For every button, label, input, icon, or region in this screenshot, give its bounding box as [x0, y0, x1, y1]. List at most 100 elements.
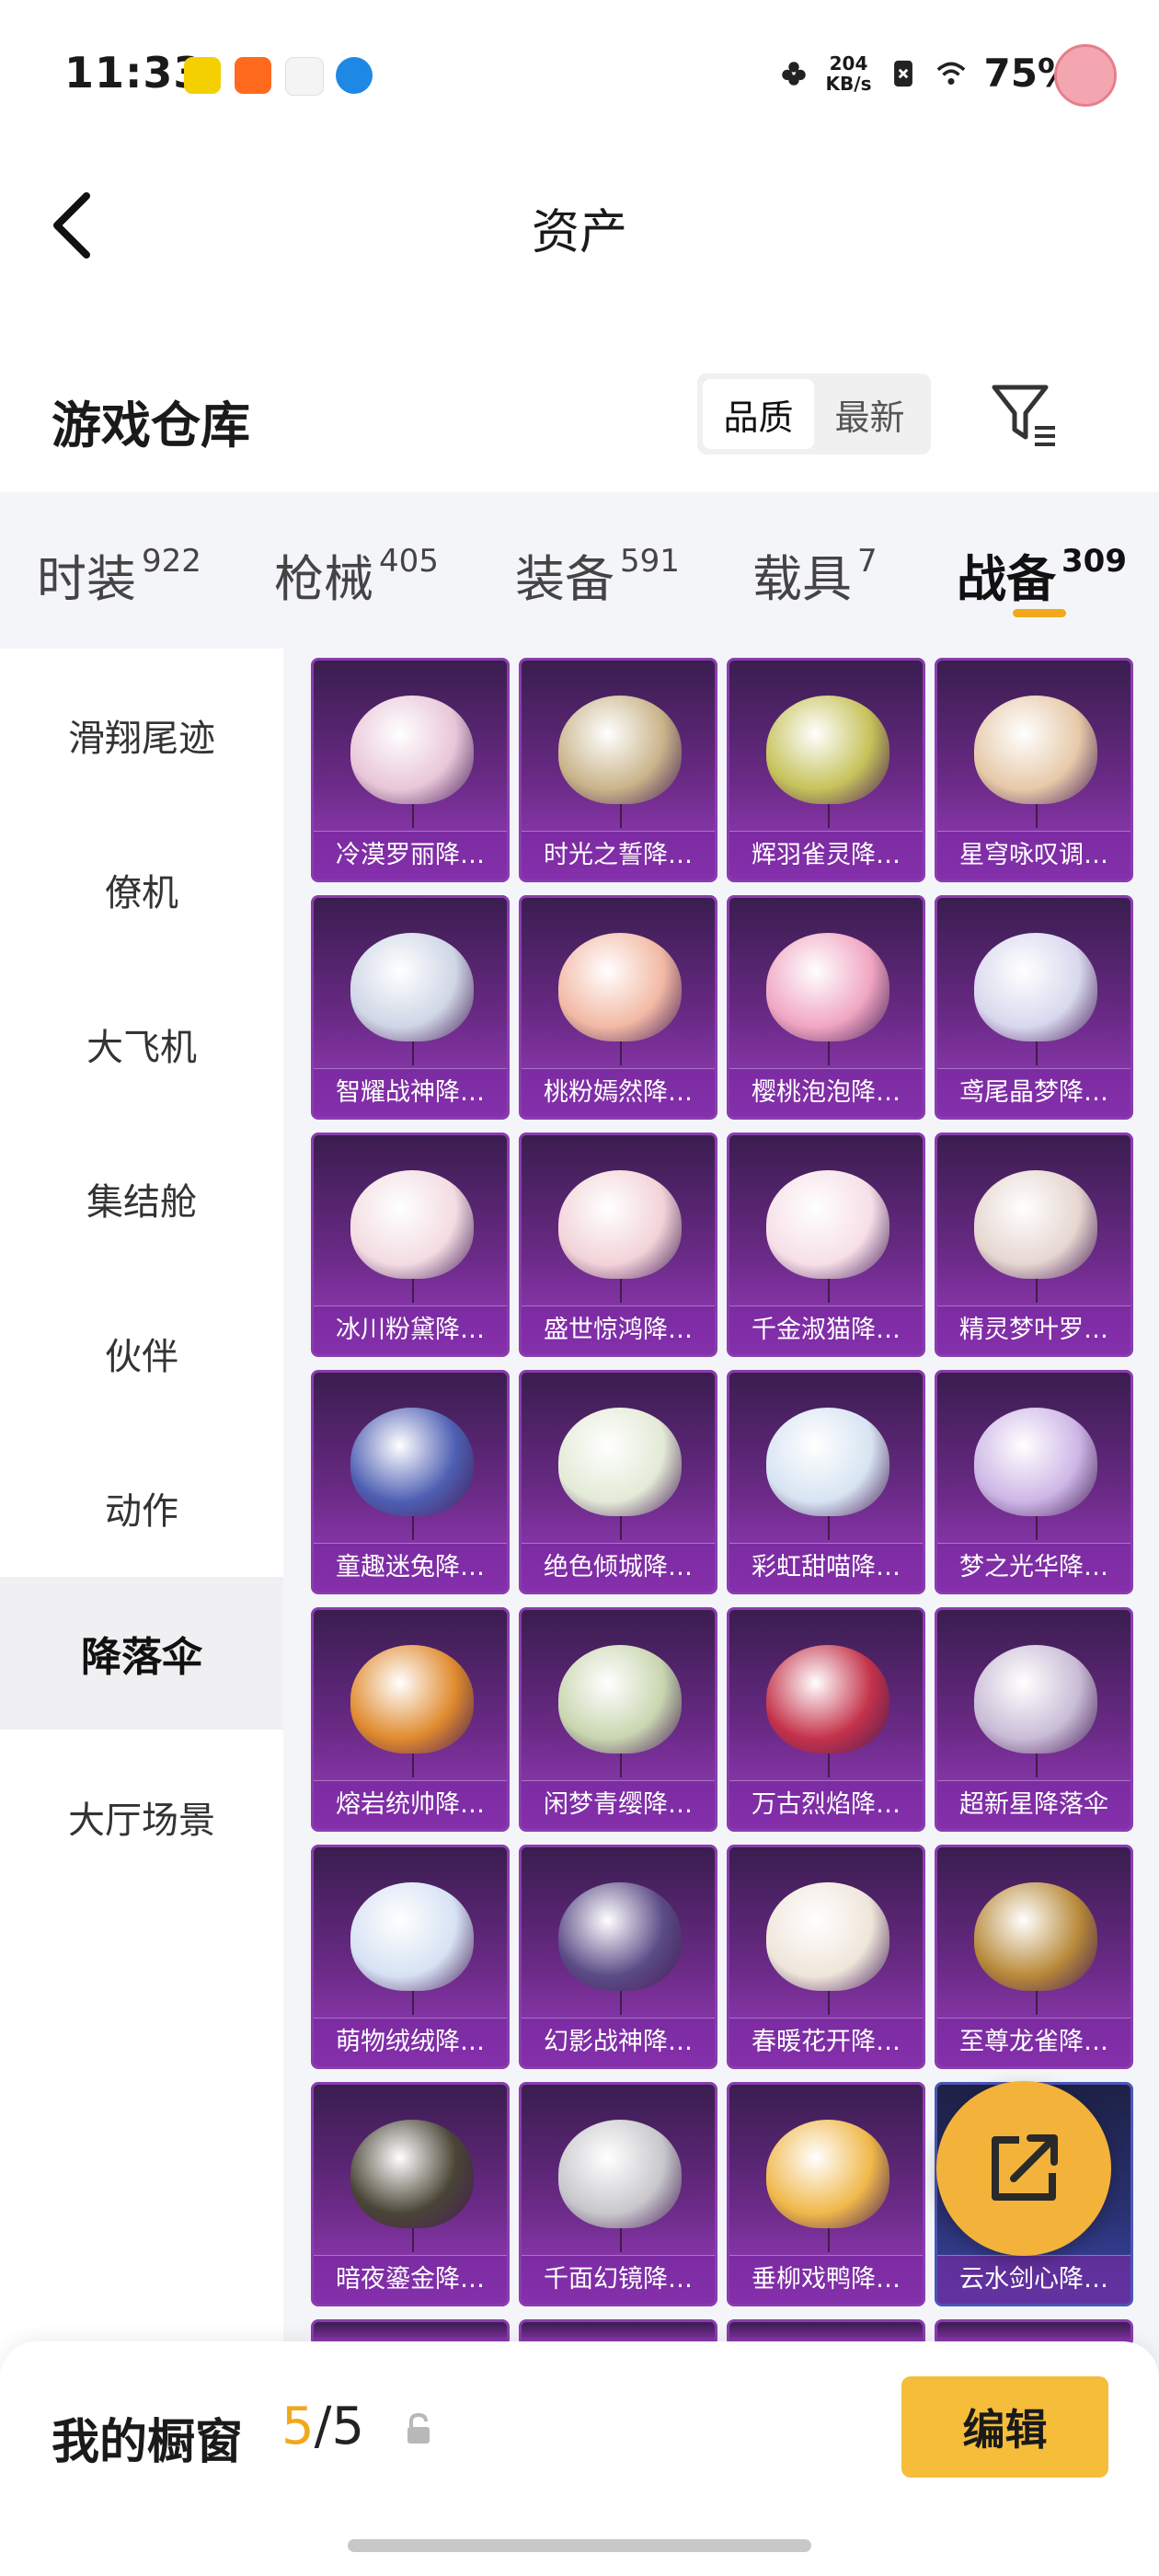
item-card[interactable]: 梦之光华降… [935, 1370, 1133, 1594]
item-card[interactable]: 超新星降落伞 [935, 1607, 1133, 1832]
sort-by-newest[interactable]: 最新 [814, 379, 925, 449]
parachute-icon [766, 2120, 889, 2252]
tab-vehicles[interactable]: 载具 7 [752, 538, 878, 611]
tab-label: 战备 [957, 550, 1056, 608]
item-name: 熔岩统帅降… [314, 1780, 507, 1829]
notification-app-icon [184, 57, 221, 94]
sim-off-icon [894, 60, 913, 86]
item-name: 盛世惊鸿降… [522, 1305, 715, 1354]
parachute-icon [974, 1170, 1097, 1303]
tab-count: 309 [1061, 543, 1127, 580]
system-status: 204 KB/s 75% [778, 51, 1076, 96]
side-item-companion[interactable]: 伙伴 [0, 1277, 283, 1430]
notification-app-icon [336, 57, 373, 94]
item-name: 梦之光华降… [937, 1543, 1130, 1592]
parachute-icon [766, 1645, 889, 1777]
notification-app-icon [285, 57, 324, 96]
item-card[interactable]: 萌物绒绒降… [311, 1845, 510, 2069]
parachute-icon [350, 696, 474, 828]
item-name: 春暖花开降… [729, 2018, 923, 2066]
sort-by-quality[interactable]: 品质 [703, 379, 814, 449]
item-card[interactable]: 幻影战神降… [519, 1845, 717, 2069]
tab-battle-prep[interactable]: 战备 309 [957, 538, 1127, 611]
flower-icon [781, 61, 806, 86]
item-card[interactable]: 盛世惊鸿降… [519, 1133, 717, 1357]
item-card[interactable]: 星穹咏叹调… [935, 658, 1133, 882]
item-name: 精灵梦叶罗… [937, 1305, 1130, 1354]
item-name: 辉羽雀灵降… [729, 831, 923, 880]
share-external-icon [992, 2134, 1058, 2201]
tab-equipment[interactable]: 装备 591 [515, 538, 680, 611]
page-title: 资产 [531, 205, 627, 260]
network-speed: 204 KB/s [826, 53, 872, 94]
item-card[interactable]: 童趣迷兔降… [311, 1370, 510, 1594]
item-card[interactable]: 冰川粉黛降… [311, 1133, 510, 1357]
item-card[interactable]: 千金淑猫降… [727, 1133, 925, 1357]
item-card[interactable]: 智耀战神降… [311, 895, 510, 1120]
item-card[interactable]: 冷漠罗丽降… [311, 658, 510, 882]
item-card[interactable]: 春暖花开降… [727, 1845, 925, 2069]
parachute-icon [974, 696, 1097, 828]
tab-fashion[interactable]: 时装 922 [37, 538, 201, 611]
side-item-assembly-pod[interactable]: 集结舱 [0, 1122, 283, 1275]
item-name: 绝色倾城降… [522, 1543, 715, 1592]
parachute-icon [350, 1645, 474, 1777]
edit-button[interactable]: 编辑 [901, 2376, 1108, 2478]
item-grid: 冷漠罗丽降… 时光之誓降… 辉羽雀灵降… 星穹咏叹调… 智耀战神降… 桃粉嫣然降… 樱桃泡泡… [283, 649, 1159, 2576]
item-card[interactable]: 万古烈焰降… [727, 1607, 925, 1832]
tab-label: 枪械 [274, 550, 373, 608]
tab-count: 7 [857, 543, 878, 580]
item-card[interactable]: 千面幻镜降… [519, 2082, 717, 2306]
side-item-emote[interactable]: 动作 [0, 1432, 283, 1584]
item-card[interactable]: 至尊龙雀降… [935, 1845, 1133, 2069]
item-name: 彩虹甜喵降… [729, 1543, 923, 1592]
parachute-icon [974, 1645, 1097, 1777]
item-name: 至尊龙雀降… [937, 2018, 1130, 2066]
parachute-icon [350, 1170, 474, 1303]
item-card[interactable]: 闲梦青缨降… [519, 1607, 717, 1832]
parachute-icon [974, 1408, 1097, 1540]
status-time: 11:33 [64, 48, 204, 98]
item-card[interactable]: 熔岩统帅降… [311, 1607, 510, 1832]
home-indicator[interactable] [348, 2539, 811, 2552]
item-card[interactable]: 桃粉嫣然降… [519, 895, 717, 1120]
parachute-icon [350, 2120, 474, 2252]
side-item-glide-trail[interactable]: 滑翔尾迹 [0, 659, 283, 811]
parachute-icon [350, 1882, 474, 2015]
parachute-icon [350, 933, 474, 1065]
parachute-icon [766, 1882, 889, 2015]
parachute-icon [766, 1408, 889, 1540]
item-card[interactable]: 彩虹甜喵降… [727, 1370, 925, 1594]
parachute-icon [974, 1882, 1097, 2015]
item-card[interactable]: 樱桃泡泡降… [727, 895, 925, 1120]
item-card[interactable]: 时光之誓降… [519, 658, 717, 882]
parachute-icon [558, 1882, 682, 2015]
tab-count: 922 [142, 543, 201, 580]
parachute-icon [558, 1408, 682, 1540]
item-card[interactable]: 鸢尾晶梦降… [935, 895, 1133, 1120]
showcase-label: 我的橱窗 [52, 2415, 244, 2470]
side-item-lobby-scene[interactable]: 大厅场景 [0, 1741, 283, 1893]
item-card[interactable]: 绝色倾城降… [519, 1370, 717, 1594]
filter-icon[interactable] [989, 380, 1059, 450]
item-card[interactable]: 暗夜鎏金降… [311, 2082, 510, 2306]
item-name: 暗夜鎏金降… [314, 2255, 507, 2304]
item-card[interactable]: 精灵梦叶罗… [935, 1133, 1133, 1357]
side-item-parachute[interactable]: 降落伞 [0, 1577, 283, 1730]
avatar[interactable] [1054, 44, 1117, 107]
parachute-icon [766, 933, 889, 1065]
item-card[interactable]: 垂柳戏鸭降… [727, 2082, 925, 2306]
item-card[interactable]: 辉羽雀灵降… [727, 658, 925, 882]
share-button[interactable] [936, 2081, 1111, 2256]
network-speed-unit: KB/s [825, 72, 872, 95]
item-name: 超新星降落伞 [937, 1780, 1130, 1829]
side-nav: 滑翔尾迹 僚机 大飞机 集结舱 伙伴 动作 降落伞 大厅场景 [0, 649, 283, 2576]
parachute-icon [558, 1170, 682, 1303]
tab-guns[interactable]: 枪械 405 [274, 538, 439, 611]
item-name: 智耀战神降… [314, 1068, 507, 1117]
parachute-icon [350, 1408, 474, 1540]
notification-app-icon [235, 57, 271, 94]
side-item-big-plane[interactable]: 大飞机 [0, 968, 283, 1121]
side-item-wingman[interactable]: 僚机 [0, 813, 283, 966]
sort-toggle: 品质 最新 [697, 374, 931, 454]
